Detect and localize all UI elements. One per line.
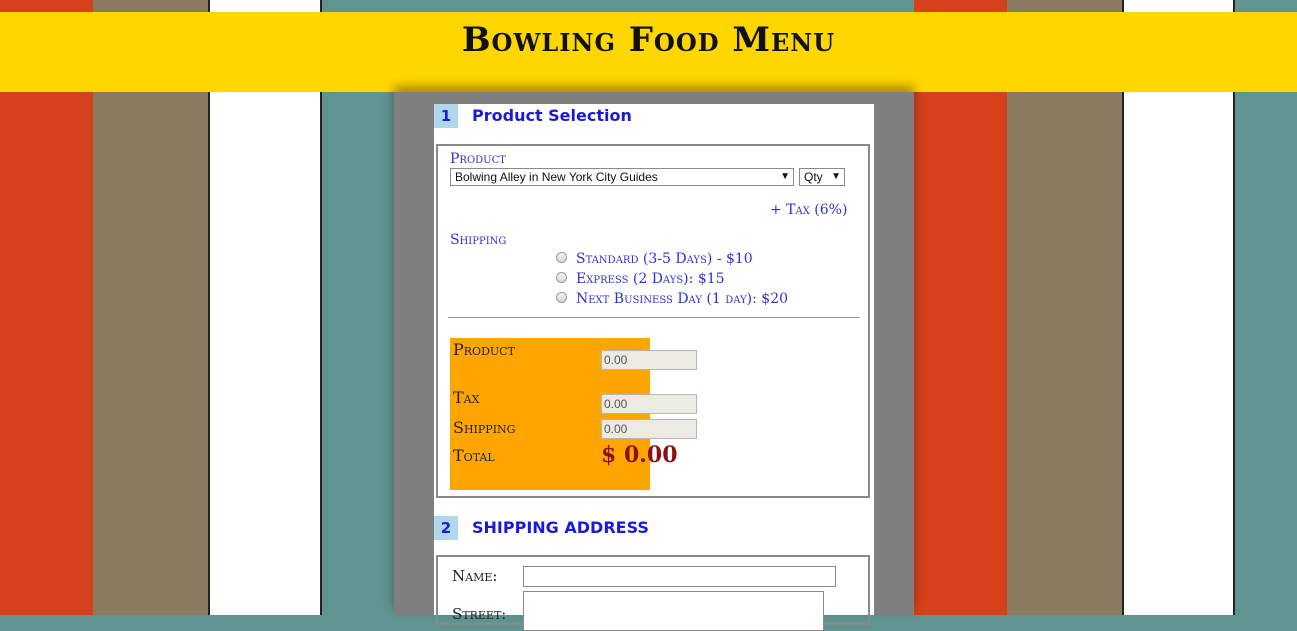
summary-tax-field[interactable]: 0.00	[601, 394, 697, 414]
street-label: Street:	[452, 605, 507, 623]
stripe	[1007, 0, 1122, 615]
product-label: Product	[450, 151, 506, 167]
product-select[interactable]: Bolwing Alley in New York City Guides ▼	[450, 168, 794, 186]
summary-tax-label: Tax	[453, 388, 480, 407]
dropdown-arrow-icon: ▼	[780, 171, 790, 182]
name-label: Name:	[452, 567, 498, 585]
step-1-number: 1	[434, 104, 458, 128]
stripe	[322, 0, 394, 615]
summary-shipping-label: Shipping	[453, 418, 516, 437]
summary-total-value: $ 0.00	[601, 442, 678, 468]
shipping-standard-label: Standard (3-5 Days) - $10	[576, 251, 753, 267]
summary-shipping-field[interactable]: 0.00	[601, 419, 697, 439]
stripe	[0, 0, 93, 615]
order-form: 1 Product Selection Product Bolwing Alle…	[434, 104, 874, 631]
stripe	[93, 0, 208, 615]
section-divider	[448, 317, 860, 318]
page-title: Bowling Food Menu	[461, 20, 836, 60]
step-1-header: 1 Product Selection	[434, 104, 874, 128]
shipping-standard-radio[interactable]	[556, 252, 567, 263]
qty-select-value: Qty	[804, 170, 823, 184]
step-2-title: SHIPPING ADDRESS	[472, 518, 649, 537]
shipping-next-day-label: Next Business Day (1 day): $20	[576, 291, 789, 307]
step-2-number: 2	[434, 516, 458, 540]
stripe	[1124, 0, 1233, 615]
summary-total-label: Total	[453, 446, 495, 465]
stripe	[1235, 0, 1297, 615]
dropdown-arrow-icon: ▼	[831, 171, 841, 182]
header-banner: Bowling Food Menu	[0, 12, 1297, 92]
shipping-express-label: Express (2 Days): $15	[576, 271, 725, 287]
tax-note: + Tax (6%)	[770, 202, 848, 218]
summary-product-label: Product	[453, 340, 515, 359]
step-2-header: 2 SHIPPING ADDRESS	[434, 516, 874, 540]
street-input[interactable]	[523, 591, 824, 631]
name-input[interactable]	[523, 566, 836, 587]
product-selection-fieldset: Product Bolwing Alley in New York City G…	[436, 144, 870, 498]
stripe	[210, 0, 320, 615]
summary-product-field[interactable]: 0.00	[601, 350, 697, 370]
shipping-label: Shipping	[450, 232, 507, 248]
product-select-value: Bolwing Alley in New York City Guides	[455, 170, 658, 184]
step-1-title: Product Selection	[472, 106, 632, 125]
shipping-express-radio[interactable]	[556, 272, 567, 283]
shipping-next-day-radio[interactable]	[556, 292, 567, 303]
qty-select[interactable]: Qty ▼	[799, 168, 845, 186]
stripe	[914, 0, 1007, 615]
